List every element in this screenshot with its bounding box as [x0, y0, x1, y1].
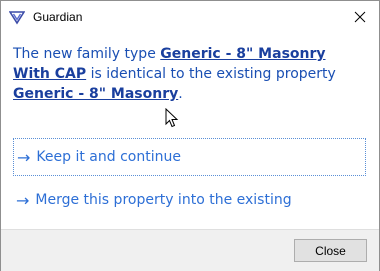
message-part: .	[178, 86, 183, 102]
arrow-right-icon: →	[17, 147, 31, 167]
close-button[interactable]: Close	[294, 239, 367, 262]
guardian-logo-icon	[9, 11, 25, 25]
guardian-dialog: Guardian The new family type Generic - 8…	[0, 0, 380, 271]
close-icon	[354, 11, 366, 23]
arrow-right-icon: →	[16, 190, 30, 210]
existing-type-link[interactable]: Generic - 8" Masonry	[13, 86, 178, 102]
message-part: The new family type	[13, 46, 161, 62]
merge-property-option[interactable]: → Merge this property into the existing	[13, 181, 366, 219]
title-bar: Guardian	[1, 1, 379, 33]
mouse-pointer-icon	[165, 108, 179, 128]
dialog-footer: Close	[1, 229, 379, 271]
option-label: Merge this property into the existing	[35, 192, 292, 208]
window-close-button[interactable]	[343, 1, 377, 33]
message-part: is identical to the existing property	[86, 66, 336, 82]
keep-and-continue-option[interactable]: → Keep it and continue	[13, 138, 366, 176]
window-title: Guardian	[33, 10, 83, 24]
option-label: Keep it and continue	[36, 149, 181, 165]
message-text: The new family type Generic - 8" Masonry…	[13, 44, 363, 104]
